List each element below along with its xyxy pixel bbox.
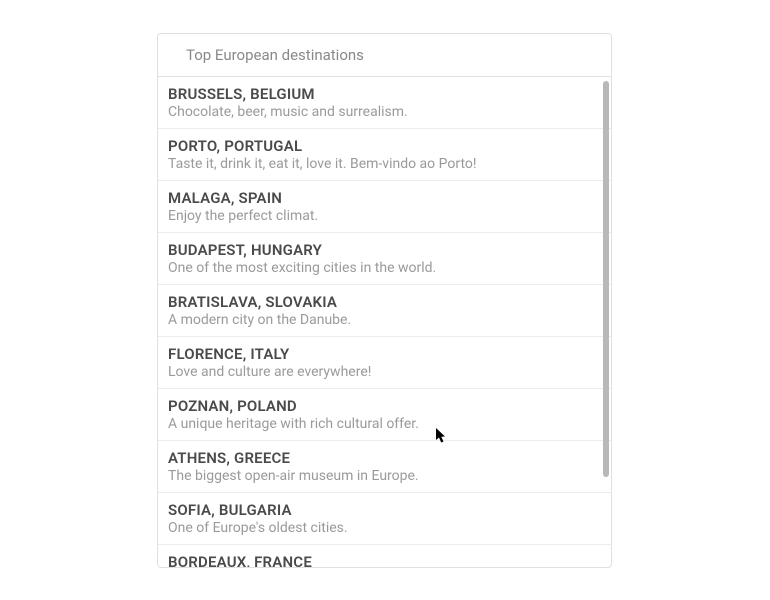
- destination-title: BORDEAUX, FRANCE: [168, 553, 597, 567]
- list-item[interactable]: ATHENS, GREECEThe biggest open-air museu…: [158, 441, 611, 493]
- panel-header: Top European destinations: [158, 34, 611, 77]
- destination-title: PORTO, PORTUGAL: [168, 137, 597, 155]
- destinations-panel: Top European destinations BRUSSELS, BELG…: [157, 33, 612, 568]
- list-item[interactable]: BRATISLAVA, SLOVAKIAA modern city on the…: [158, 285, 611, 337]
- destination-subtitle: Enjoy the perfect climat.: [168, 208, 597, 224]
- destination-title: FLORENCE, ITALY: [168, 345, 597, 363]
- destination-subtitle: Taste it, drink it, eat it, love it. Bem…: [168, 156, 597, 172]
- list-item[interactable]: BORDEAUX, FRANCEDiscover exciting new fa…: [158, 545, 611, 567]
- destination-title: MALAGA, SPAIN: [168, 189, 597, 207]
- list-scroll-region[interactable]: BRUSSELS, BELGIUMChocolate, beer, music …: [158, 77, 611, 567]
- list-item[interactable]: FLORENCE, ITALYLove and culture are ever…: [158, 337, 611, 389]
- destination-subtitle: A unique heritage with rich cultural off…: [168, 416, 597, 432]
- destination-title: BUDAPEST, HUNGARY: [168, 241, 597, 259]
- destination-subtitle: Chocolate, beer, music and surrealism.: [168, 104, 597, 120]
- destination-title: POZNAN, POLAND: [168, 397, 597, 415]
- destination-subtitle: One of the most exciting cities in the w…: [168, 260, 597, 276]
- destination-subtitle: Love and culture are everywhere!: [168, 364, 597, 380]
- destination-title: SOFIA, BULGARIA: [168, 501, 597, 519]
- list-item[interactable]: POZNAN, POLANDA unique heritage with ric…: [158, 389, 611, 441]
- destinations-list: BRUSSELS, BELGIUMChocolate, beer, music …: [158, 77, 611, 567]
- destination-subtitle: A modern city on the Danube.: [168, 312, 597, 328]
- destination-title: BRUSSELS, BELGIUM: [168, 85, 597, 103]
- destination-subtitle: One of Europe's oldest cities.: [168, 520, 597, 536]
- list-item[interactable]: PORTO, PORTUGALTaste it, drink it, eat i…: [158, 129, 611, 181]
- destination-title: BRATISLAVA, SLOVAKIA: [168, 293, 597, 311]
- list-item[interactable]: SOFIA, BULGARIAOne of Europe's oldest ci…: [158, 493, 611, 545]
- list-item[interactable]: BRUSSELS, BELGIUMChocolate, beer, music …: [158, 77, 611, 129]
- scrollbar-thumb[interactable]: [603, 81, 609, 477]
- list-item[interactable]: BUDAPEST, HUNGARYOne of the most excitin…: [158, 233, 611, 285]
- list-item[interactable]: MALAGA, SPAINEnjoy the perfect climat.: [158, 181, 611, 233]
- destination-title: ATHENS, GREECE: [168, 449, 597, 467]
- destination-subtitle: The biggest open-air museum in Europe.: [168, 468, 597, 484]
